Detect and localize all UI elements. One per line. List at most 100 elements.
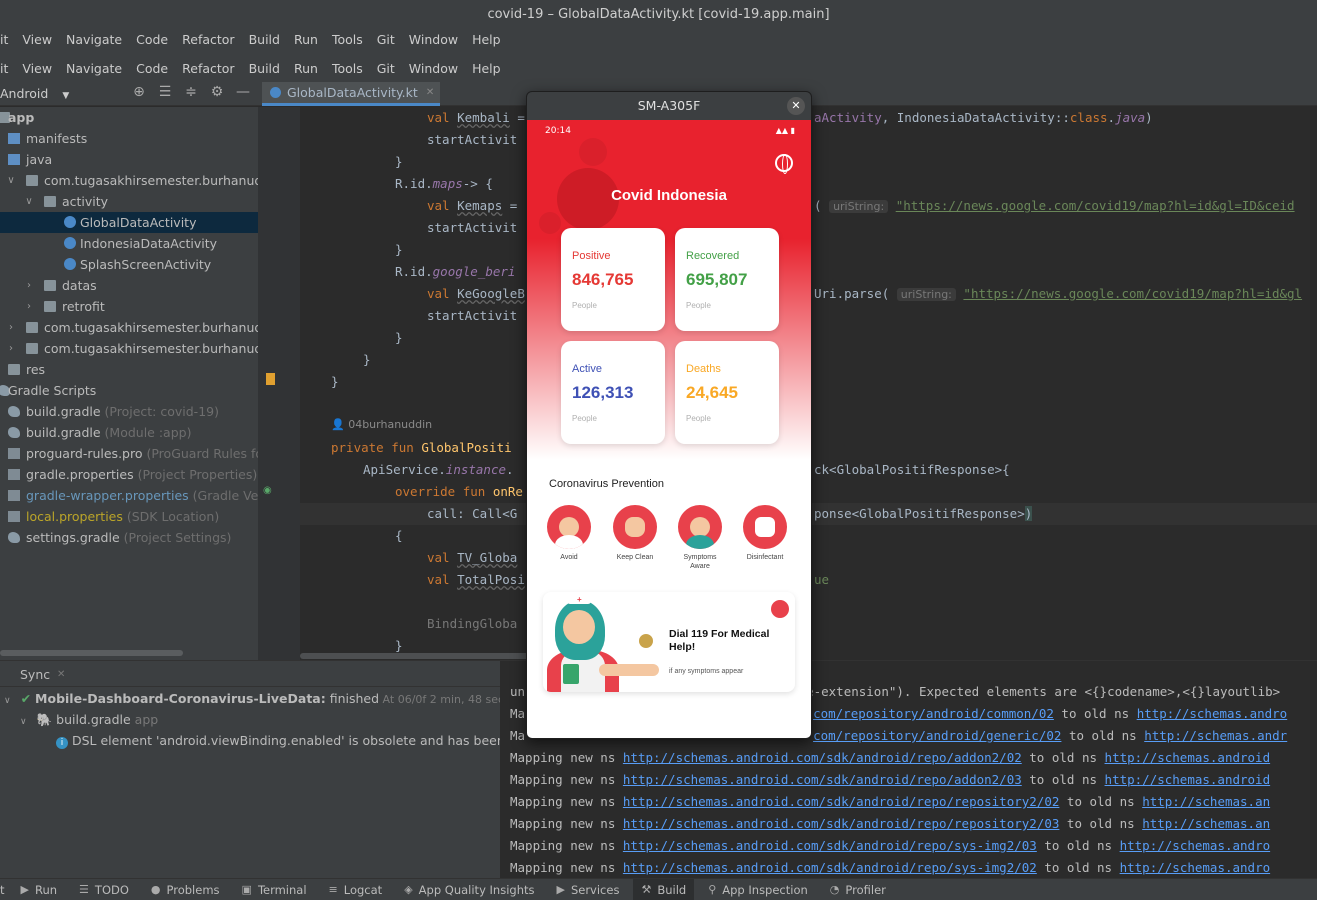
prevention-item-symptoms[interactable]: Symptoms Aware <box>672 505 728 571</box>
tool-window-services[interactable]: ▶ Services <box>556 883 619 897</box>
menu-item-it[interactable]: it <box>0 32 8 47</box>
console-link[interactable]: http://schemas.android.com/sdk/android/r… <box>623 838 1037 853</box>
prevention-item-keep-clean[interactable]: Keep Clean <box>607 505 663 562</box>
crosshair-icon[interactable]: ⊕ <box>126 84 152 100</box>
menu-item-help[interactable]: Help <box>472 32 501 47</box>
tool-window-terminal[interactable]: ▣ Terminal <box>242 883 307 897</box>
menu-item-navigate[interactable]: Navigate <box>66 61 122 76</box>
menu-item-window[interactable]: Window <box>409 32 458 47</box>
console-link[interactable]: http://schemas.andro <box>1120 838 1271 853</box>
console-link[interactable]: http://schemas.android.com/sdk/android/r… <box>623 816 1060 831</box>
chevron-down-icon[interactable]: ∨ <box>24 191 34 212</box>
tab-global-data-activity[interactable]: GlobalDataActivity.kt ✕ <box>262 82 441 106</box>
console-link[interactable]: com/repository/android/generic/02 <box>813 728 1061 743</box>
menu-item-code[interactable]: Code <box>136 61 168 76</box>
tree-scrollbar[interactable] <box>0 650 183 656</box>
stat-card-deaths[interactable]: Deaths 24,645 People <box>675 341 779 444</box>
tree-item[interactable]: proguard-rules.pro (ProGuard Rules for <box>0 443 258 464</box>
build-result-row[interactable]: ∨ ✔ Mobile-Dashboard-Coronavirus-LiveDat… <box>4 688 552 709</box>
tool-window-app-inspection[interactable]: ⚲ App Inspection <box>708 883 808 897</box>
tool-window-problems[interactable]: ● Problems <box>151 883 220 897</box>
tree-item[interactable]: › com.tugasakhirsemester.burhanudd <box>0 317 258 338</box>
build-gradle-row[interactable]: ∨ 🐘 build.gradle app <box>20 709 158 730</box>
chevron-right-icon[interactable]: › <box>24 275 34 296</box>
gear-icon[interactable]: ⚙ <box>204 84 230 100</box>
minimize-icon[interactable]: — <box>230 84 256 100</box>
phone-screen[interactable]: 20:14 ▲▲ ▮ Covid Indonesia Positive 846,… <box>527 120 811 738</box>
emulator-window[interactable]: SM-A305F ✕ 20:14 ▲▲ ▮ Covid Indonesia Po… <box>526 91 812 739</box>
console-link[interactable]: http://schemas.andr <box>1144 728 1287 743</box>
collapse-all-icon[interactable]: ≑ <box>178 84 204 100</box>
tree-item[interactable]: java <box>0 149 258 170</box>
console-link[interactable]: http://schemas.android.com/sdk/android/r… <box>623 860 1037 875</box>
console-link[interactable]: http://schemas.andro <box>1120 860 1271 875</box>
tree-item[interactable]: ∨ com.tugasakhirsemester.burhanudd <box>0 170 258 191</box>
menu-item-it[interactable]: it <box>0 61 8 76</box>
tree-item[interactable]: build.gradle (Project: covid-19) <box>0 401 258 422</box>
menu-item-build[interactable]: Build <box>249 61 280 76</box>
prevention-item-disinfectant[interactable]: Disinfectant <box>737 505 793 562</box>
tree-item[interactable]: › retrofit <box>0 296 258 317</box>
menu-item-run[interactable]: Run <box>294 61 318 76</box>
stat-card-recovered[interactable]: Recovered 695,807 People <box>675 228 779 331</box>
prevention-item-avoid[interactable]: Avoid <box>541 505 597 562</box>
run-gutter-icon[interactable]: ◉ <box>263 485 272 496</box>
tree-item[interactable]: IndonesiaDataActivity <box>0 233 258 254</box>
console-link[interactable]: http://schemas.android <box>1105 772 1271 787</box>
menu-item-refactor[interactable]: Refactor <box>182 61 234 76</box>
tool-window-logcat[interactable]: ≡ Logcat <box>329 883 383 897</box>
menu-item-navigate[interactable]: Navigate <box>66 32 122 47</box>
tool-window-build[interactable]: ⚒ Build <box>633 878 695 900</box>
tree-item[interactable]: › datas <box>0 275 258 296</box>
stat-card-active[interactable]: Active 126,313 People <box>561 341 665 444</box>
tree-item[interactable]: build.gradle (Module :app) <box>0 422 258 443</box>
tool-window-app-quality-insights[interactable]: ◈ App Quality Insights <box>404 883 534 897</box>
tree-item[interactable]: gradle.properties (Project Properties) <box>0 464 258 485</box>
console-link[interactable]: http://schemas.an <box>1142 816 1270 831</box>
console-link[interactable]: http://schemas.andro <box>1137 706 1288 721</box>
tool-window-todo[interactable]: ☰ TODO <box>79 883 129 897</box>
close-icon[interactable]: ✕ <box>787 97 805 115</box>
console-link[interactable]: com/repository/android/common/02 <box>813 706 1054 721</box>
console-link[interactable]: http://schemas.android.com/sdk/android/r… <box>623 750 1022 765</box>
tree-item[interactable]: SplashScreenActivity <box>0 254 258 275</box>
expand-all-icon[interactable]: ☰ <box>152 84 178 100</box>
tree-item[interactable]: app <box>0 107 258 128</box>
tab-sync[interactable]: Sync ✕ <box>0 661 500 687</box>
menu-item-git[interactable]: Git <box>377 32 395 47</box>
chevron-right-icon[interactable]: › <box>24 296 34 317</box>
tree-item[interactable]: local.properties (SDK Location) <box>0 506 258 527</box>
close-icon[interactable]: ✕ <box>57 669 65 680</box>
editor-scrollbar[interactable] <box>300 653 530 659</box>
console-link[interactable]: http://schemas.an <box>1142 794 1270 809</box>
tree-item[interactable]: › com.tugasakhirsemester.burhanudd <box>0 338 258 359</box>
tool-window-profiler[interactable]: ◔ Profiler <box>830 883 886 897</box>
menu-item-git[interactable]: Git <box>377 61 395 76</box>
tool-window-run[interactable]: ▶ Run <box>21 883 58 897</box>
tree-item[interactable]: gradle-wrapper.properties (Gradle Versi <box>0 485 258 506</box>
console-link[interactable]: http://schemas.android <box>1105 750 1271 765</box>
chevron-right-icon[interactable]: › <box>6 338 16 359</box>
menu-item-code[interactable]: Code <box>136 32 168 47</box>
tree-item[interactable]: settings.gradle (Project Settings) <box>0 527 258 548</box>
menu-item-window[interactable]: Window <box>409 61 458 76</box>
menu-item-help[interactable]: Help <box>472 61 501 76</box>
stat-card-positive[interactable]: Positive 846,765 People <box>561 228 665 331</box>
menu-item-build[interactable]: Build <box>249 32 280 47</box>
project-view-dropdown[interactable]: Android ▼ <box>0 86 69 101</box>
menu-item-view[interactable]: View <box>22 61 52 76</box>
bookmark-icon[interactable] <box>266 373 275 385</box>
tree-item[interactable]: ∨ activity <box>0 191 258 212</box>
build-warning-row[interactable]: i DSL element 'android.viewBinding.enabl… <box>56 730 540 751</box>
dial-help-card[interactable]: + Dial 119 For Medical Help! if any symp… <box>543 592 795 692</box>
menu-item-run[interactable]: Run <box>294 32 318 47</box>
close-icon[interactable]: ✕ <box>426 87 434 98</box>
console-link[interactable]: http://schemas.android.com/sdk/android/r… <box>623 772 1022 787</box>
menu-item-view[interactable]: View <box>22 32 52 47</box>
chevron-down-icon[interactable]: ∨ <box>6 170 16 191</box>
globe-icon[interactable] <box>775 154 793 174</box>
chevron-right-icon[interactable]: › <box>6 317 16 338</box>
tree-item[interactable]: manifests <box>0 128 258 149</box>
console-link[interactable]: http://schemas.android.com/sdk/android/r… <box>623 794 1060 809</box>
menu-item-tools[interactable]: Tools <box>332 32 363 47</box>
